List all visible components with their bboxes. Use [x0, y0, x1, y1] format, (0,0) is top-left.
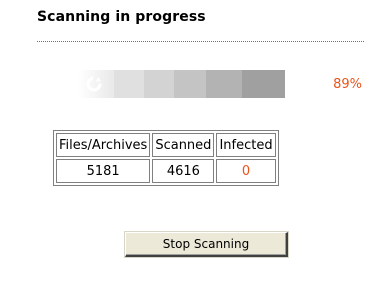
table-header-row: Files/Archives Scanned Infected [56, 133, 276, 157]
progress-segment [174, 70, 206, 98]
progress-segment [114, 70, 144, 98]
scanned-count: 4616 [152, 159, 215, 183]
files-count: 5181 [56, 159, 151, 183]
stop-scanning-button[interactable]: Stop Scanning [125, 232, 288, 257]
progress-segment [242, 70, 285, 98]
spinner-icon [86, 76, 102, 92]
progress-segment [144, 70, 174, 98]
progress-percent: 89% [333, 77, 362, 92]
column-header-scanned: Scanned [152, 133, 215, 157]
page-title: Scanning in progress [37, 9, 206, 25]
table-row: 5181 4616 0 [56, 159, 276, 183]
column-header-files: Files/Archives [56, 133, 151, 157]
progress-segment [206, 70, 242, 98]
infected-count: 0 [216, 159, 276, 183]
scan-progress-bar [78, 70, 285, 98]
column-header-infected: Infected [216, 133, 276, 157]
scan-stats-table: Files/Archives Scanned Infected 5181 461… [53, 130, 279, 186]
title-divider [37, 41, 364, 42]
